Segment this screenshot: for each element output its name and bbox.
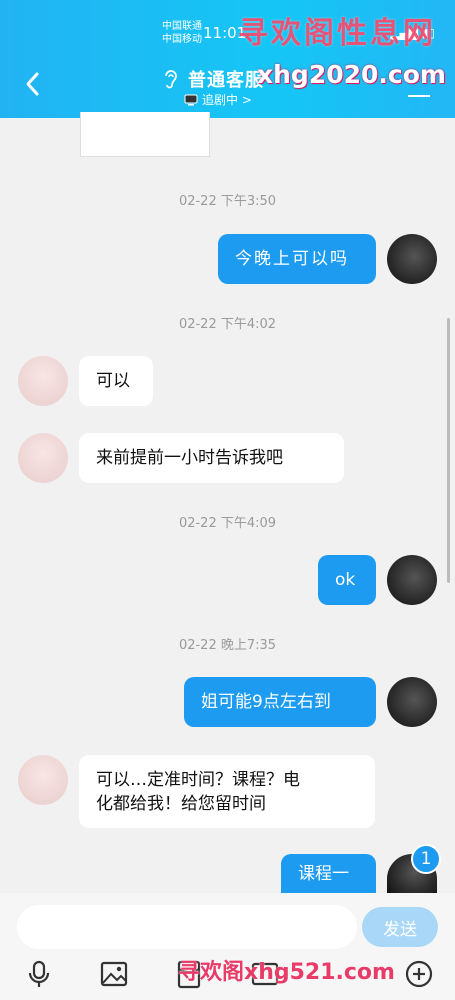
carrier-info: 中国联通 中国移动 [162, 20, 202, 46]
timestamp: 02-22 下午3:50 [178, 194, 277, 209]
contact-avatar[interactable] [18, 356, 68, 406]
outgoing-message[interactable]: 今晚上可以吗 [218, 234, 376, 284]
timestamp: 02-22 下午4:02 [178, 317, 277, 332]
image-icon[interactable] [99, 959, 129, 989]
timestamp: 02-22 下午4:09 [178, 516, 277, 531]
my-avatar[interactable] [387, 677, 437, 727]
carrier-1: 中国联通 [162, 21, 202, 32]
contact-avatar[interactable] [18, 433, 68, 483]
outgoing-message[interactable]: 姐可能9点左右到 [184, 677, 376, 727]
contact-avatar[interactable] [18, 755, 68, 805]
mic-icon[interactable] [24, 959, 54, 989]
my-avatar[interactable] [387, 234, 437, 284]
outgoing-message[interactable]: 课程一 [281, 854, 376, 894]
back-icon[interactable] [22, 70, 44, 98]
incoming-message[interactable]: 可以 [79, 356, 153, 406]
outgoing-message[interactable]: ok [318, 555, 376, 605]
message-line-1: 可以…定准时间？课程？电 [96, 769, 300, 790]
scrollbar[interactable] [447, 318, 450, 583]
contact-sub-status[interactable]: 追剧中 > [184, 91, 252, 108]
message-line-2: 化都给我！给您留时间 [96, 793, 266, 814]
sub-status-text: 追剧中 > [202, 93, 252, 107]
shared-card[interactable] [80, 112, 210, 157]
carrier-2: 中国移动 [162, 34, 202, 45]
plus-icon[interactable] [404, 959, 434, 989]
message-input[interactable] [17, 905, 357, 949]
ear-icon [165, 70, 177, 89]
menu-icon[interactable] [408, 84, 430, 98]
send-button[interactable]: 发送 [362, 907, 438, 947]
incoming-message[interactable]: 来前提前一小时告诉我吧 [79, 433, 344, 483]
tv-icon [184, 94, 198, 105]
contact-title[interactable]: 普通客服 [160, 66, 264, 92]
watermark-top-text: 寻欢阁性息网 [238, 16, 436, 51]
chat-header: 中国联通 中国移动 11:01 ▂▄▆ ▮▯ 寻欢阁性息网 普通客服 xhg20… [0, 0, 455, 118]
timestamp: 02-22 晚上7:35 [178, 638, 277, 653]
watermark-bottom: 寻欢阁xhg521.com [178, 960, 395, 985]
incoming-message-multiline[interactable]: 可以…定准时间？课程？电 化都给我！给您留时间 [79, 755, 375, 828]
contact-name: 普通客服 [188, 70, 264, 91]
my-avatar[interactable] [387, 555, 437, 605]
unread-badge[interactable]: 1 [411, 844, 441, 874]
